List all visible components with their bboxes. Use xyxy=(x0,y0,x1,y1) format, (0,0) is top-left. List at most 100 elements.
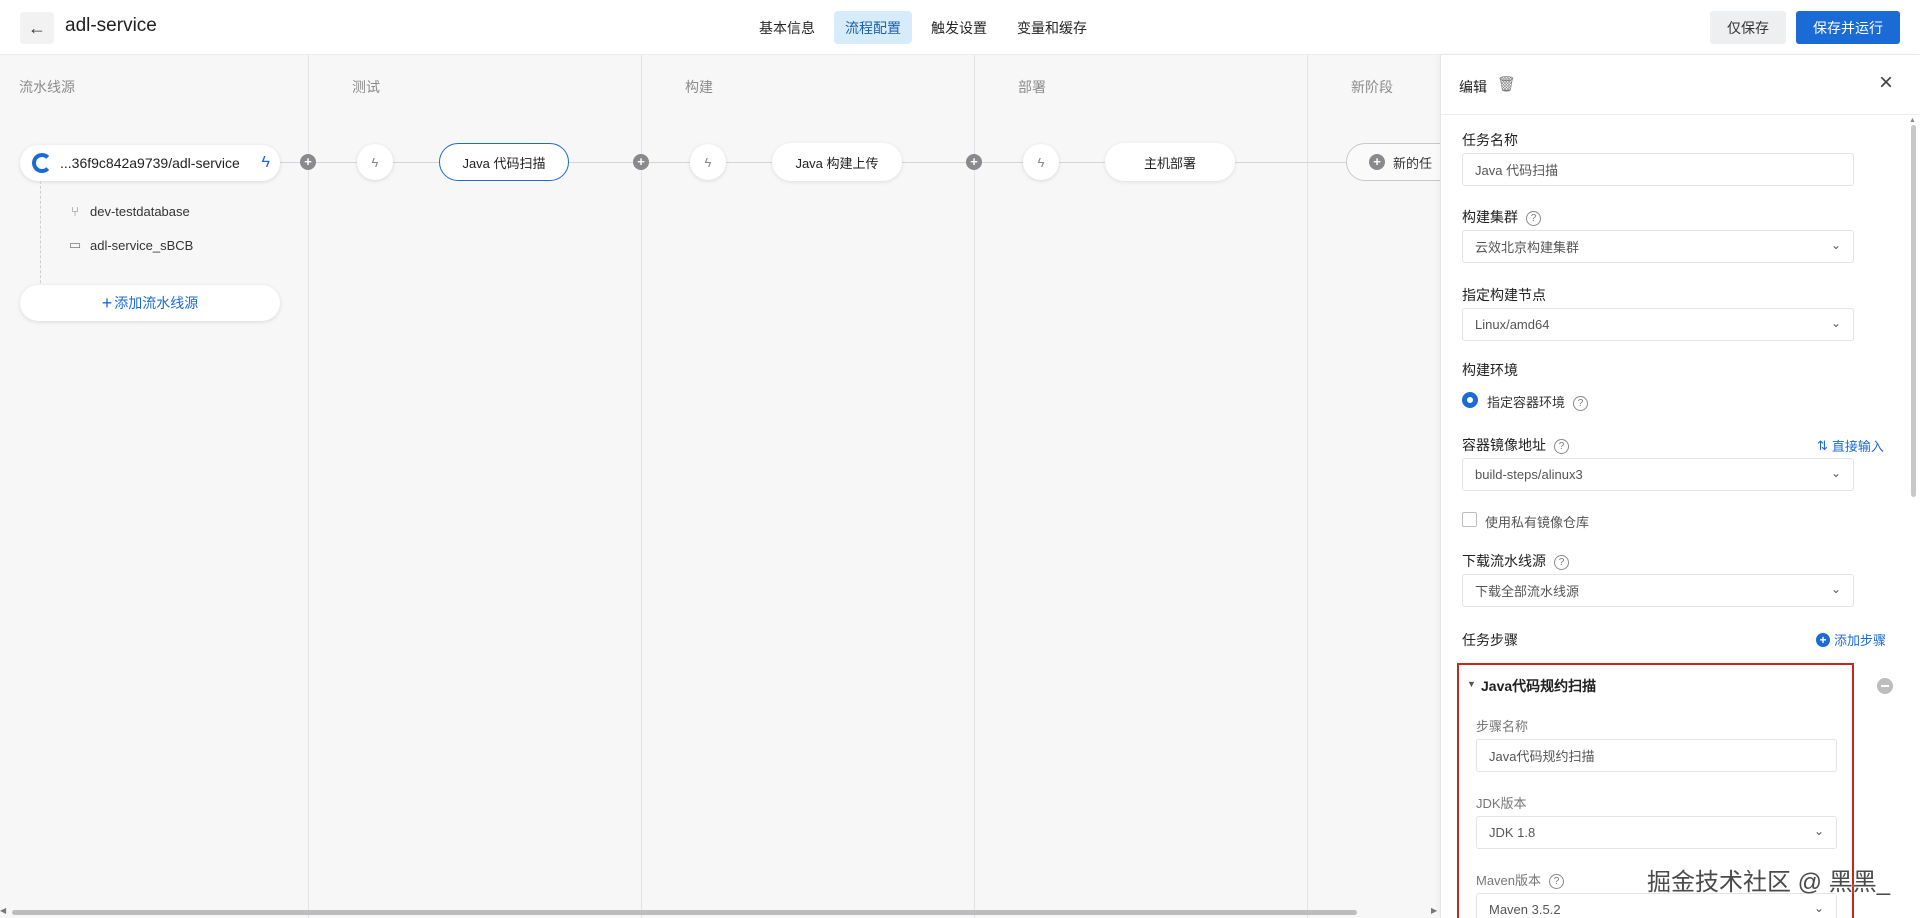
task-host-deploy[interactable]: 主机部署 xyxy=(1105,143,1235,181)
jdk-select-value: JDK 1.8 xyxy=(1489,825,1536,840)
new-task-button[interactable]: + 新的任 xyxy=(1346,143,1440,181)
stage-title-build[interactable]: 构建 xyxy=(685,77,713,97)
help-icon[interactable]: ? xyxy=(1549,874,1565,889)
chevron-down-icon: ⌄ xyxy=(1830,582,1841,596)
connector-line xyxy=(568,162,773,163)
close-icon[interactable]: × xyxy=(1879,69,1893,97)
tab-trigger-settings[interactable]: 触发设置 xyxy=(920,11,998,44)
add-stage-plus-icon[interactable]: + xyxy=(300,154,316,170)
add-source-label: 添加流水线源 xyxy=(114,295,199,311)
top-header: ← adl-service 基本信息 流程配置 触发设置 变量和缓存 仅保存 保… xyxy=(0,0,1920,55)
watermark-text: 掘金技术社区 @ 黑黑_ xyxy=(1647,869,1891,896)
page-title: adl-service xyxy=(65,15,157,36)
stage-title-deploy[interactable]: 部署 xyxy=(1018,77,1046,97)
image-label-text: 容器镜像地址 xyxy=(1462,437,1546,453)
task-java-build-upload[interactable]: Java 构建上传 xyxy=(772,143,902,181)
maven-label-text: Maven版本 xyxy=(1476,873,1542,888)
download-select-value: 下载全部流水线源 xyxy=(1475,584,1580,599)
chevron-down-icon: ⌄ xyxy=(1813,901,1824,915)
jdk-select[interactable]: JDK 1.8 ⌄ xyxy=(1476,816,1837,849)
scroll-left-icon[interactable]: ◀ xyxy=(0,906,6,915)
cluster-select[interactable]: 云效北京构建集群 ⌄ xyxy=(1462,230,1854,263)
download-label: 下载流水线源? xyxy=(1462,551,1569,571)
stage-trigger-bolt-icon[interactable]: ϟ xyxy=(690,144,726,180)
direct-input-label: 直接输入 xyxy=(1831,439,1884,454)
node-label: 指定构建节点 xyxy=(1462,287,1546,303)
save-only-button[interactable]: 仅保存 xyxy=(1710,11,1786,44)
help-icon[interactable]: ? xyxy=(1554,555,1569,570)
stage-title-test[interactable]: 测试 xyxy=(352,77,380,97)
private-repo-checkbox[interactable] xyxy=(1462,512,1477,527)
panel-vertical-scrollbar[interactable] xyxy=(1911,125,1916,497)
stage-trigger-bolt-icon[interactable]: ϟ xyxy=(357,144,393,180)
plus-circle-icon: + xyxy=(1816,632,1830,647)
direct-input-link[interactable]: ⇅ 直接输入 xyxy=(1817,436,1884,455)
source-branch-label: dev-testdatabase xyxy=(90,204,190,219)
add-stage-plus-icon[interactable]: + xyxy=(633,154,649,170)
panel-header: 编辑 🗑 × xyxy=(1441,55,1920,115)
scroll-up-icon[interactable]: ▲ xyxy=(1909,117,1916,124)
help-icon[interactable]: ? xyxy=(1573,396,1589,411)
image-select[interactable]: build-steps/alinux3 ⌄ xyxy=(1462,458,1854,491)
private-repo-label: 使用私有镜像仓库 xyxy=(1485,515,1590,530)
bolt-icon[interactable]: ϟ xyxy=(262,154,270,172)
env-label: 构建环境 xyxy=(1462,362,1518,378)
codeup-logo-icon xyxy=(32,153,52,173)
stage-trigger-bolt-icon[interactable]: ϟ xyxy=(1023,144,1059,180)
env-radio-selected[interactable] xyxy=(1462,392,1478,408)
source-folder-item: ▭ adl-service_sBCB xyxy=(68,237,193,253)
tab-flow-config[interactable]: 流程配置 xyxy=(834,11,912,44)
config-tabs: 基本信息 流程配置 触发设置 变量和缓存 xyxy=(748,11,1098,44)
step-title[interactable]: Java代码规约扫描 xyxy=(1481,676,1596,696)
node-select-value: Linux/amd64 xyxy=(1475,317,1550,332)
add-source-button[interactable]: + 添加流水线源 xyxy=(20,285,280,321)
swap-icon: ⇅ xyxy=(1817,437,1828,453)
step-name-label: 步骤名称 xyxy=(1476,719,1529,734)
connector-line xyxy=(901,162,1106,163)
chevron-down-icon: ⌄ xyxy=(1830,316,1841,330)
env-option-text: 指定容器环境 xyxy=(1487,395,1566,410)
folder-icon: ▭ xyxy=(68,237,82,252)
save-and-run-button[interactable]: 保存并运行 xyxy=(1796,11,1900,44)
stage-divider xyxy=(308,55,309,918)
add-step-label: 添加步骤 xyxy=(1834,633,1887,648)
image-label: 容器镜像地址? xyxy=(1462,435,1569,455)
download-label-text: 下载流水线源 xyxy=(1462,553,1546,569)
stage-title-source: 流水线源 xyxy=(19,79,75,95)
env-option-label: 指定容器环境? xyxy=(1487,392,1589,411)
cluster-select-value: 云效北京构建集群 xyxy=(1475,240,1580,255)
scroll-right-icon[interactable]: ▶ xyxy=(1431,906,1437,915)
pipeline-source-card[interactable]: ...36f9c842a9739/adl-service ϟ xyxy=(20,145,280,181)
cluster-label-text: 构建集群 xyxy=(1462,209,1518,225)
task-java-code-scan[interactable]: Java 代码扫描 xyxy=(439,143,569,181)
stage-divider xyxy=(1307,55,1308,918)
tab-basic-info[interactable]: 基本信息 xyxy=(748,11,826,44)
plus-circle-icon: + xyxy=(1369,154,1385,170)
help-icon[interactable]: ? xyxy=(1554,439,1569,454)
task-name-input[interactable]: Java 代码扫描 xyxy=(1462,153,1854,186)
remove-step-icon[interactable] xyxy=(1877,678,1893,694)
tab-variables-cache[interactable]: 变量和缓存 xyxy=(1006,11,1098,44)
chevron-down-icon: ⌄ xyxy=(1830,466,1841,480)
step-name-input[interactable]: Java代码规约扫描 xyxy=(1476,739,1837,772)
help-icon[interactable]: ? xyxy=(1526,211,1541,226)
source-repo-label: ...36f9c842a9739/adl-service xyxy=(60,155,240,171)
new-task-label: 新的任 xyxy=(1393,155,1433,171)
stage-divider xyxy=(641,55,642,918)
image-select-value: build-steps/alinux3 xyxy=(1475,467,1583,482)
arrow-left-icon: ← xyxy=(28,17,46,38)
edit-task-panel: 编辑 🗑 × 任务名称 Java 代码扫描 构建集群? 云效北京构建集群 ⌄ 指… xyxy=(1440,55,1920,918)
add-step-link[interactable]: + 添加步骤 xyxy=(1816,630,1886,649)
download-select[interactable]: 下载全部流水线源 ⌄ xyxy=(1462,574,1854,607)
source-branch-item: ⑂ dev-testdatabase xyxy=(68,204,190,219)
chevron-down-icon: ⌄ xyxy=(1830,238,1841,252)
add-stage-plus-icon[interactable]: + xyxy=(966,154,982,170)
horizontal-scrollbar[interactable] xyxy=(12,910,1357,915)
trash-icon[interactable]: 🗑 xyxy=(1497,75,1516,93)
stage-divider xyxy=(974,55,975,918)
caret-down-icon[interactable]: ▼ xyxy=(1467,679,1476,689)
stage-title-new[interactable]: 新阶段 xyxy=(1351,77,1393,97)
back-button[interactable]: ← xyxy=(20,12,54,44)
node-select[interactable]: Linux/amd64 ⌄ xyxy=(1462,308,1854,341)
jdk-label: JDK版本 xyxy=(1476,796,1527,811)
